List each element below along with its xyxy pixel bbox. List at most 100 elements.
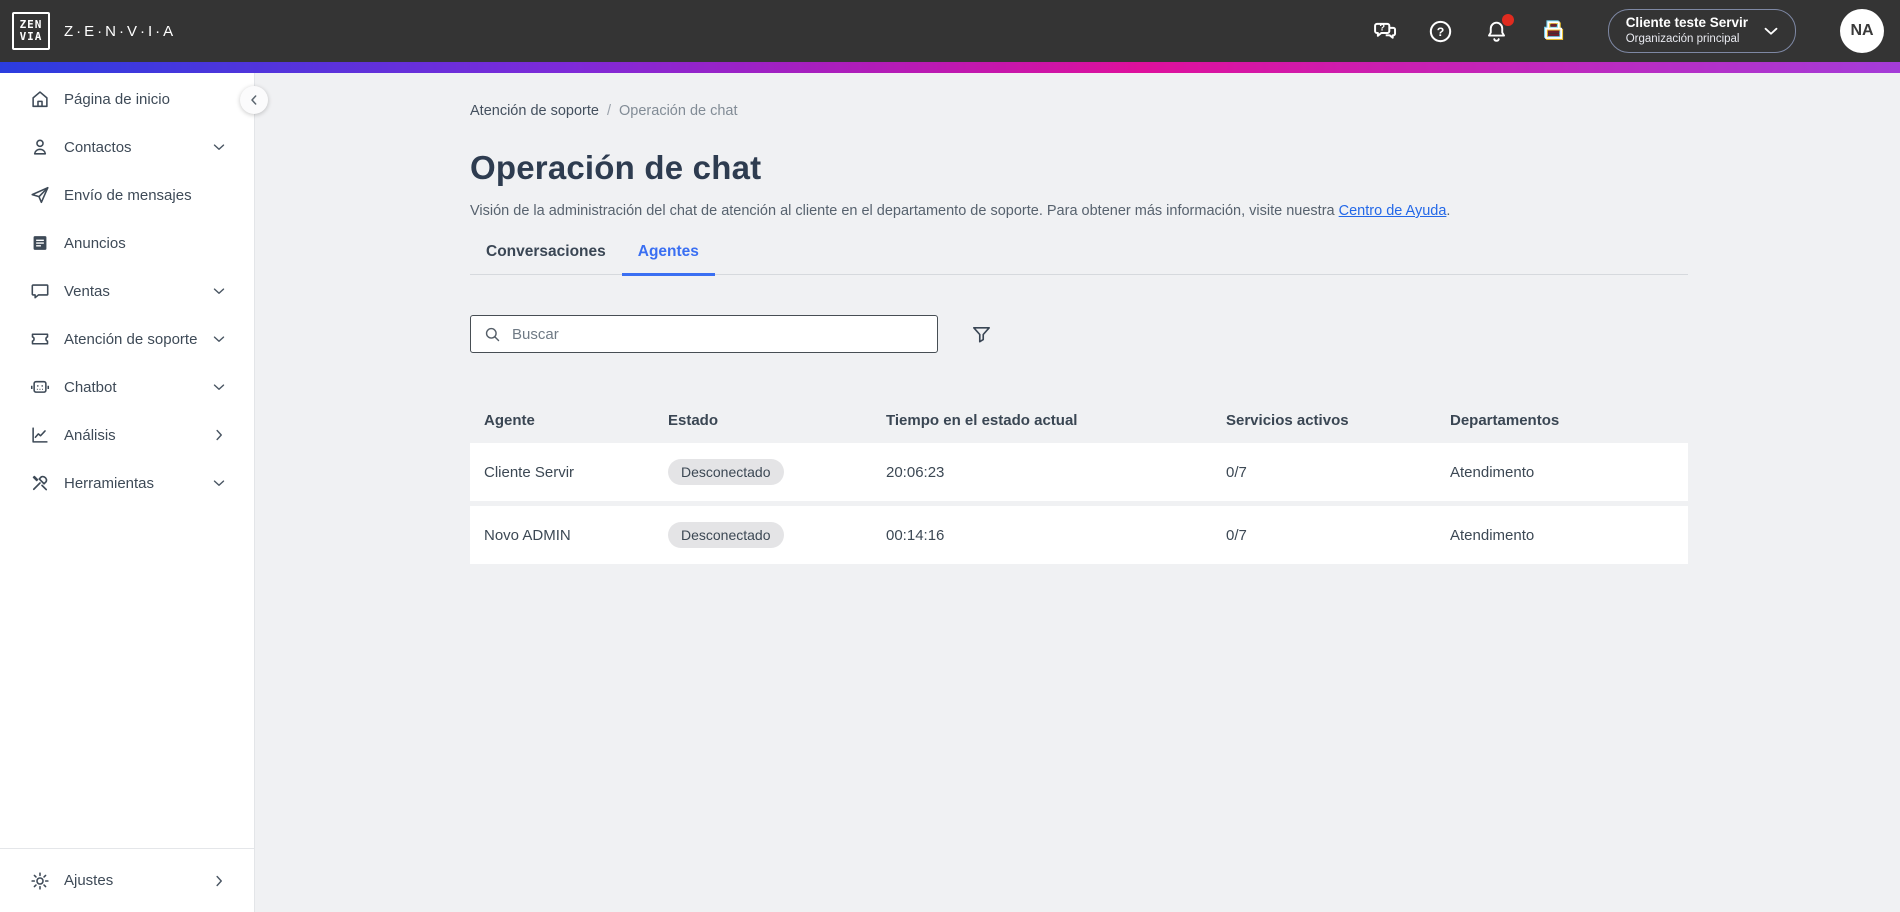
tab-conversaciones[interactable]: Conversaciones	[470, 243, 622, 274]
breadcrumb: Atención de soporte / Operación de chat	[470, 103, 1688, 119]
sidebar-item-atencion-de-soporte[interactable]: Atención de soporte	[0, 315, 254, 363]
sidebar-item-contactos[interactable]: Contactos	[0, 123, 254, 171]
description-suffix: .	[1446, 203, 1451, 219]
notification-badge	[1501, 14, 1514, 26]
sidebar-item-chatbot[interactable]: Chatbot	[0, 363, 254, 411]
sidebar-item-label: Envío de mensajes	[64, 186, 192, 204]
cell-agent-name: Cliente Servir	[484, 463, 575, 481]
page-title: Operación de chat	[470, 149, 762, 186]
zenvia-app: ZEN VIA Z·E·N·V·I·A ? ? Cliente teste Se…	[0, 0, 1900, 912]
settings-gear-icon	[29, 870, 51, 892]
funnel-filter-icon	[970, 323, 993, 346]
column-header-departamentos: Departamentos	[1450, 411, 1560, 429]
breadcrumb-parent-link[interactable]: Atención de soporte	[470, 103, 599, 119]
chevron-down-icon	[210, 330, 228, 348]
description-text: Visión de la administración del chat de …	[470, 203, 1339, 219]
apps-printer-icon	[1539, 17, 1567, 45]
sidebar-item-label: Atención de soporte	[64, 330, 198, 348]
svg-text:?: ?	[1437, 24, 1445, 38]
sidebar-item-label: Ventas	[64, 282, 110, 300]
search-input[interactable]	[512, 325, 925, 343]
breadcrumb-current: Operación de chat	[619, 103, 738, 119]
send-icon	[29, 184, 51, 206]
table-row[interactable]: Cliente Servir Desconectado 20:06:23 0/7…	[470, 443, 1688, 501]
chevron-down-icon	[210, 138, 228, 156]
cell-agent-name: Novo ADMIN	[484, 526, 571, 544]
sidebar-item-pagina-de-inicio[interactable]: Página de inicio	[0, 75, 254, 123]
chevron-right-icon	[210, 872, 228, 890]
search-icon	[483, 325, 502, 344]
sales-bubble-icon	[29, 280, 51, 302]
chevron-right-icon	[210, 426, 228, 444]
chatbot-robot-icon	[29, 376, 51, 398]
search-box	[470, 315, 938, 353]
notifications-button[interactable]	[1482, 14, 1514, 46]
status-badge: Desconectado	[668, 459, 784, 485]
zenvia-logo-icon: ZEN VIA	[12, 12, 50, 50]
cell-departments: Atendimento	[1450, 463, 1535, 481]
cell-active-services: 0/7	[1226, 526, 1247, 544]
organization-selector-text: Cliente teste Servir Organización princi…	[1626, 15, 1748, 46]
search-row	[470, 315, 1688, 353]
sidebar-item-label: Anuncios	[64, 234, 126, 252]
brand-gradient-bar	[0, 62, 1900, 73]
support-ticket-icon	[29, 328, 51, 350]
chat-feedback-button[interactable]: ?	[1370, 16, 1400, 46]
column-header-estado: Estado	[668, 411, 719, 429]
analytics-chart-icon	[29, 424, 51, 446]
cell-status: Desconectado	[654, 459, 872, 485]
topbar: ZEN VIA Z·E·N·V·I·A ? ? Cliente teste Se…	[0, 0, 1900, 62]
tab-bar: Conversaciones Agentes	[470, 243, 1688, 276]
cell-active-services: 0/7	[1226, 463, 1247, 481]
sidebar-footer: Ajustes	[0, 848, 254, 912]
sidebar-item-label: Página de inicio	[64, 90, 170, 108]
sidebar-nav: Página de inicio Contactos Envío de mens…	[0, 73, 254, 507]
help-icon: ?	[1427, 18, 1454, 45]
main-content: Atención de soporte / Operación de chat …	[255, 73, 1900, 912]
brand: ZEN VIA Z·E·N·V·I·A	[12, 12, 176, 50]
client-name: Cliente teste Servir	[1625, 15, 1748, 31]
chat-feedback-icon: ?	[1371, 17, 1399, 45]
sidebar-item-label: Herramientas	[64, 474, 155, 492]
sidebar: Página de inicio Contactos Envío de mens…	[0, 73, 268, 912]
column-header-agente: Agente	[484, 411, 535, 429]
cell-time-in-status: 00:14:16	[886, 526, 945, 544]
home-icon	[29, 88, 51, 110]
help-center-link[interactable]: Centro de Ayuda	[1339, 203, 1447, 219]
sidebar-item-label: Chatbot	[64, 378, 117, 396]
filter-button[interactable]	[970, 323, 993, 346]
table-header-row: Agente Estado Tiempo en el estado actual…	[470, 405, 1688, 435]
chevron-down-icon	[210, 474, 228, 492]
sidebar-collapse-button[interactable]	[240, 86, 268, 114]
cell-status: Desconectado	[654, 522, 872, 548]
sidebar-item-envio-de-mensajes[interactable]: Envío de mensajes	[0, 171, 254, 219]
logo-line2: VIA	[19, 30, 43, 43]
column-header-tiempo: Tiempo en el estado actual	[886, 411, 1078, 429]
sidebar-item-ajustes[interactable]: Ajustes	[0, 849, 254, 912]
topbar-actions: ? ? Cliente teste Servir Organización pr…	[1370, 9, 1884, 53]
contacts-icon	[29, 136, 51, 158]
status-badge: Desconectado	[668, 522, 784, 548]
sidebar-item-anuncios[interactable]: Anuncios	[0, 219, 254, 267]
chevron-down-icon	[210, 378, 228, 396]
apps-button[interactable]	[1538, 16, 1568, 46]
cell-departments: Atendimento	[1450, 526, 1535, 544]
sidebar-item-analisis[interactable]: Análisis	[0, 411, 254, 459]
page-description: Visión de la administración del chat de …	[470, 203, 1688, 219]
organization-selector[interactable]: Cliente teste Servir Organización princi…	[1607, 9, 1796, 53]
brand-name: Z·E·N·V·I·A	[64, 22, 177, 40]
table-row[interactable]: Novo ADMIN Desconectado 00:14:16 0/7 Ate…	[470, 506, 1688, 564]
sidebar-item-label: Ajustes	[64, 872, 114, 889]
help-button[interactable]: ?	[1426, 16, 1456, 46]
tab-agentes[interactable]: Agentes	[621, 243, 716, 276]
organization-name: Organización principal	[1625, 33, 1740, 46]
agents-table: Agente Estado Tiempo en el estado actual…	[470, 405, 1688, 564]
chevron-down-icon	[1760, 20, 1782, 42]
sidebar-item-ventas[interactable]: Ventas	[0, 267, 254, 315]
user-avatar[interactable]: NA	[1840, 9, 1884, 53]
column-header-servicios: Servicios activos	[1226, 411, 1349, 429]
sidebar-item-herramientas[interactable]: Herramientas	[0, 459, 254, 507]
chevron-down-icon	[210, 282, 228, 300]
breadcrumb-separator: /	[606, 103, 612, 119]
svg-text:?: ?	[1379, 22, 1385, 32]
